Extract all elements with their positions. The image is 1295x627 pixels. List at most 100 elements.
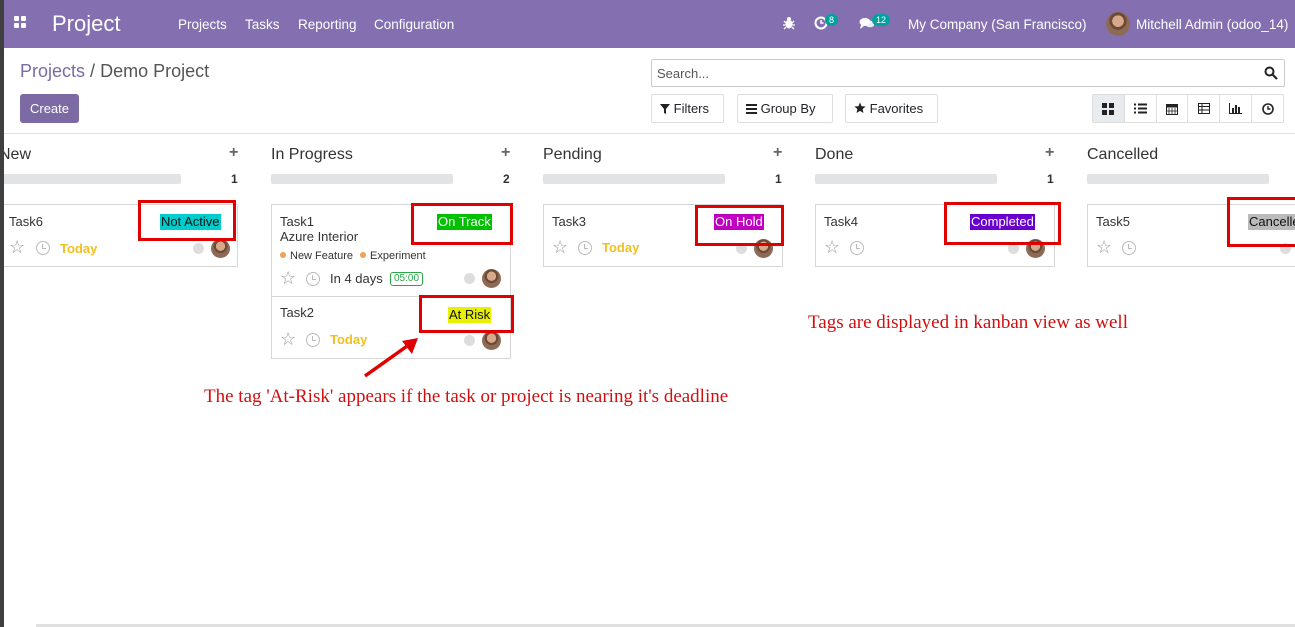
column-add-icon[interactable]: + <box>229 144 238 162</box>
menu-tasks[interactable]: Tasks <box>245 17 280 32</box>
card-title: Task5 <box>1096 214 1130 229</box>
top-navbar: Project Projects Tasks Reporting Configu… <box>4 0 1295 48</box>
company-switcher[interactable]: My Company (San Francisco) <box>908 17 1087 32</box>
apps-menu-icon[interactable] <box>14 16 28 30</box>
highlight-box <box>1227 197 1295 247</box>
priority-star-icon[interactable]: ☆ <box>824 238 840 256</box>
app-name: Project <box>52 11 121 36</box>
search-icon[interactable] <box>1264 66 1278 80</box>
priority-star-icon[interactable]: ☆ <box>9 238 25 256</box>
column-title: Cancelled <box>1087 146 1159 163</box>
annotation-kanban-note: Tags are displayed in kanban view as wel… <box>808 312 1128 333</box>
card-title: Task3 <box>552 214 586 229</box>
column-add-icon[interactable]: + <box>1045 144 1054 162</box>
calendar-view-icon[interactable] <box>1155 95 1188 122</box>
kanban-state-dot[interactable] <box>464 335 475 346</box>
user-menu[interactable]: Mitchell Admin (odoo_14) <box>1136 17 1288 32</box>
message-count-badge: 12 <box>872 14 891 26</box>
create-button[interactable]: Create <box>20 94 79 123</box>
group-by-icon <box>746 104 757 114</box>
highlight-box <box>419 295 514 333</box>
breadcrumb-separator: / <box>90 61 96 81</box>
menu-configuration[interactable]: Configuration <box>374 17 454 32</box>
card-title: Task4 <box>824 214 858 229</box>
kanban-state-dot[interactable] <box>464 273 475 284</box>
activity-clock-icon[interactable] <box>578 241 592 255</box>
column-title: In Progress <box>271 146 353 163</box>
assignee-avatar[interactable] <box>482 269 501 288</box>
column-progress-bar <box>543 174 725 184</box>
card-title: Task6 <box>9 214 43 229</box>
breadcrumb-projects[interactable]: Projects <box>20 61 85 81</box>
card-title: Task1 <box>280 214 314 229</box>
priority-star-icon[interactable]: ☆ <box>1096 238 1112 256</box>
column-progress-bar <box>0 174 181 184</box>
highlight-box <box>138 200 236 241</box>
activity-count-badge: 8 <box>825 14 839 26</box>
annotation-at-risk-note: The tag 'At-Risk' appears if the task or… <box>204 386 729 407</box>
column-title: Done <box>815 146 854 163</box>
breadcrumb-current: Demo Project <box>100 61 210 81</box>
activity-clock-icon[interactable] <box>306 333 320 347</box>
activity-clock-icon[interactable] <box>306 272 320 286</box>
filters-label: Filters <box>673 101 710 116</box>
column-count: 1 <box>231 172 238 186</box>
favorites-label: Favorites <box>869 101 924 116</box>
group-by-label: Group By <box>760 101 816 116</box>
debug-bug-icon[interactable] <box>782 16 796 30</box>
list-view-icon[interactable] <box>1123 95 1156 122</box>
priority-star-icon[interactable]: ☆ <box>280 330 296 348</box>
highlight-box <box>944 202 1061 245</box>
activity-view-icon[interactable] <box>1251 95 1283 122</box>
activity-clock-icon[interactable] <box>36 241 50 255</box>
column-count: 1 <box>1047 172 1054 186</box>
highlight-box <box>695 205 784 246</box>
breadcrumb: Projects / Demo Project <box>20 61 209 82</box>
column-progress-bar <box>815 174 997 184</box>
highlight-box <box>411 203 513 245</box>
activity-clock-icon[interactable] <box>1122 241 1136 255</box>
card-project: Azure Interior <box>280 229 359 244</box>
priority-star-icon[interactable]: ☆ <box>552 238 568 256</box>
column-count: 1 <box>775 172 782 186</box>
search-input[interactable] <box>657 66 1237 81</box>
window-left-edge <box>0 0 4 627</box>
column-progress-bar <box>1087 174 1269 184</box>
priority-star-icon[interactable]: ☆ <box>280 269 296 287</box>
column-add-icon[interactable]: + <box>501 144 510 162</box>
tag-experiment: Experiment <box>370 250 426 262</box>
tag-color-dot <box>360 252 367 258</box>
assignee-avatar[interactable] <box>211 239 230 258</box>
kanban-view-icon[interactable] <box>1093 95 1124 122</box>
planned-hours-badge: 05:00 <box>390 272 424 286</box>
view-switcher <box>1092 94 1284 123</box>
control-panel: Projects / Demo Project Create Filters G… <box>4 48 1295 134</box>
pivot-view-icon[interactable] <box>1187 95 1219 122</box>
graph-view-icon[interactable] <box>1219 95 1251 122</box>
menu-reporting[interactable]: Reporting <box>298 17 357 32</box>
assignee-avatar[interactable] <box>482 331 501 350</box>
card-title: Task2 <box>280 305 314 320</box>
column-count: 2 <box>503 172 510 186</box>
menu-projects[interactable]: Projects <box>178 17 227 32</box>
user-avatar[interactable] <box>1106 12 1130 36</box>
search-box <box>651 59 1285 87</box>
card-deadline: Today <box>60 241 98 256</box>
card-tags: New Feature Experiment <box>280 250 426 262</box>
column-progress-bar <box>271 174 453 184</box>
card-deadline: In 4 days <box>330 271 383 286</box>
star-icon <box>854 102 866 113</box>
tag-new-feature: New Feature <box>290 250 353 262</box>
column-title: New <box>0 146 32 163</box>
favorites-button[interactable]: Favorites <box>845 94 938 123</box>
tag-color-dot <box>280 252 286 258</box>
kanban-state-dot[interactable] <box>193 243 204 254</box>
annotation-arrow-icon <box>363 338 418 378</box>
card-deadline: Today <box>602 240 640 255</box>
column-add-icon[interactable]: + <box>773 144 782 162</box>
filter-icon <box>660 104 670 114</box>
filters-button[interactable]: Filters <box>651 94 724 123</box>
group-by-button[interactable]: Group By <box>737 94 833 123</box>
activity-clock-icon[interactable] <box>850 241 864 255</box>
column-title: Pending <box>543 146 602 163</box>
